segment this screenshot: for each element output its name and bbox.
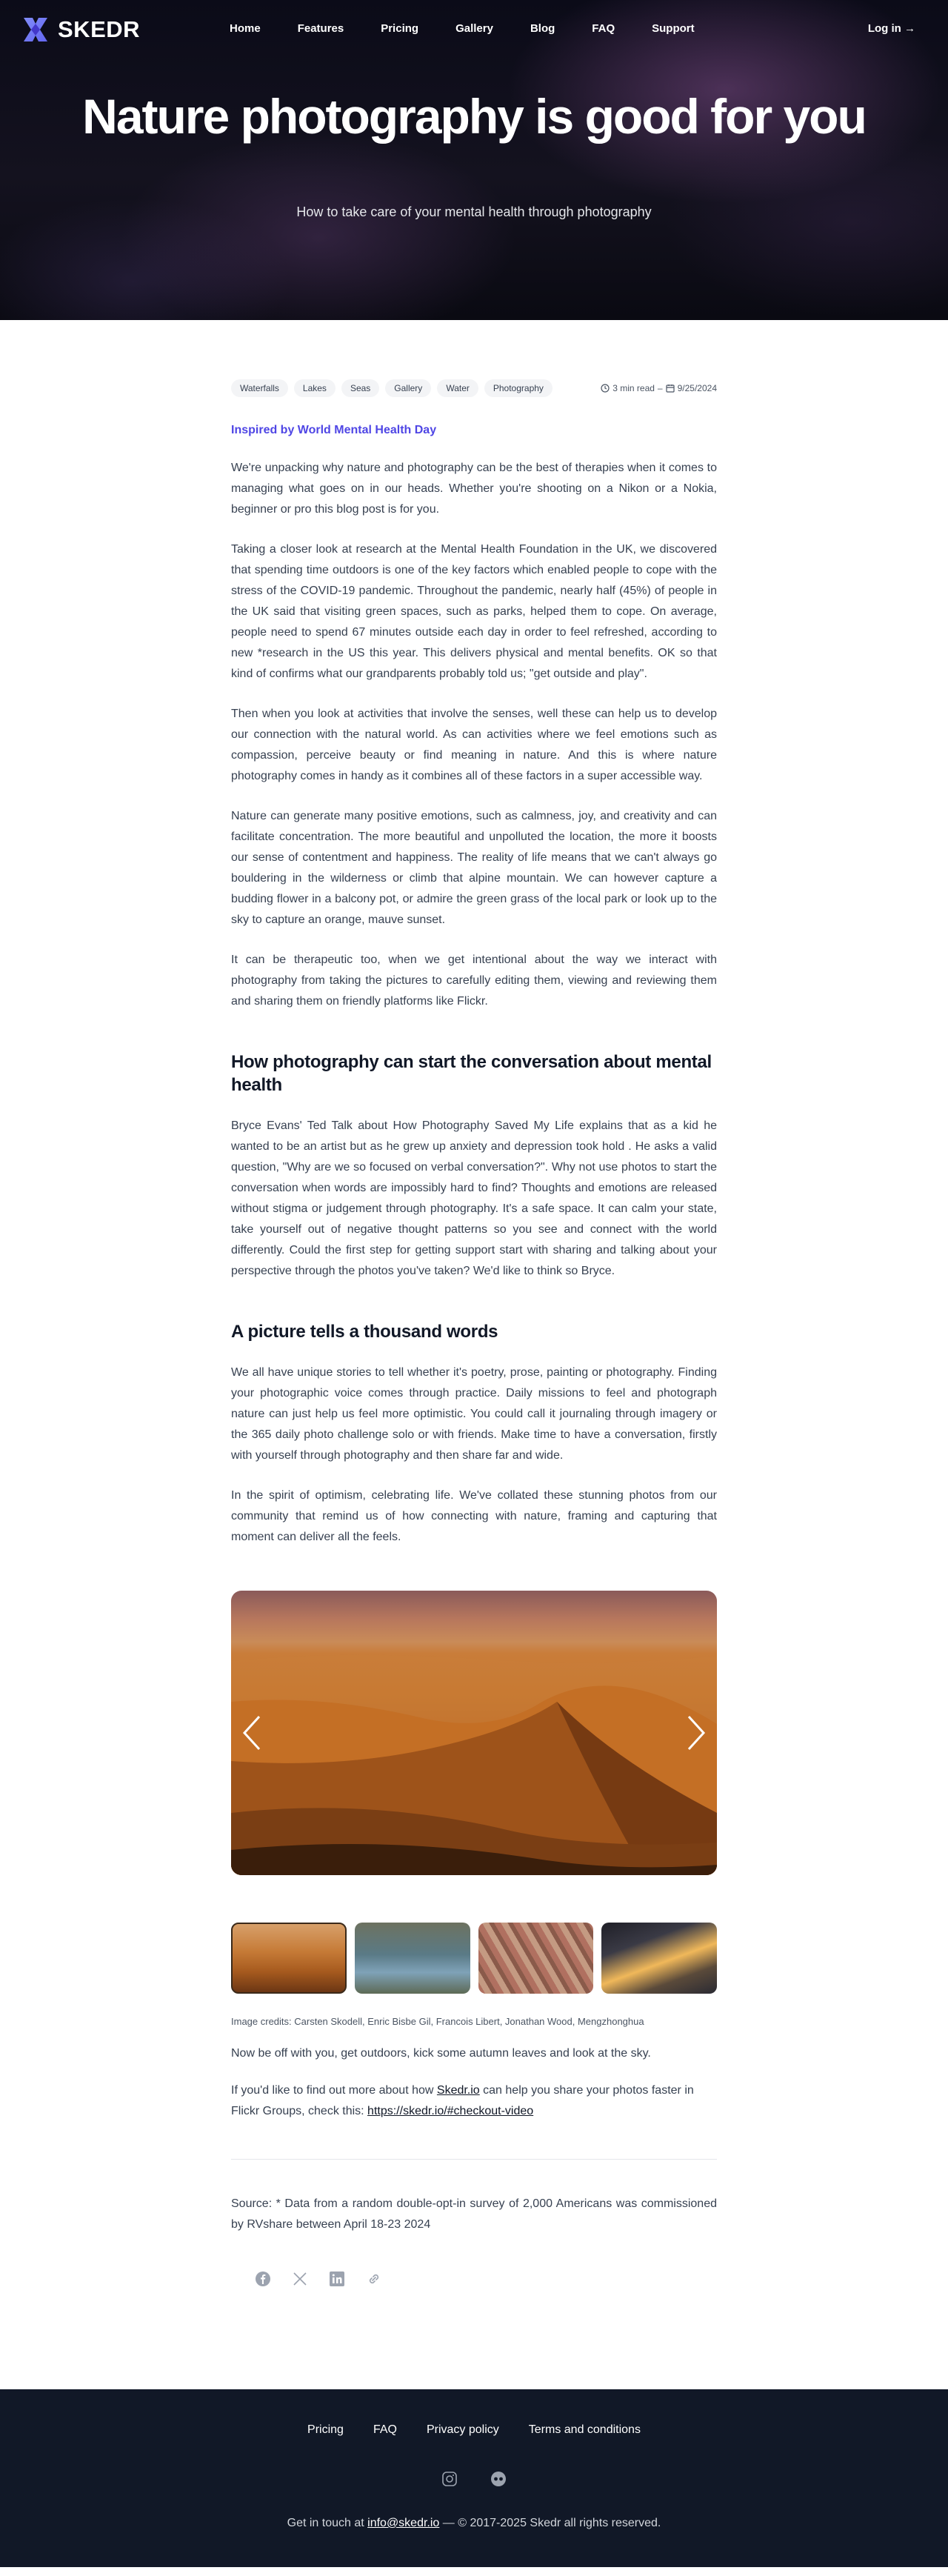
nav-blog[interactable]: Blog: [530, 22, 555, 35]
x-icon[interactable]: [292, 2271, 308, 2287]
paragraph: Taking a closer look at research at the …: [231, 543, 717, 680]
read-time: 3 min read: [612, 383, 655, 393]
flickr-icon[interactable]: [490, 2471, 507, 2487]
thumbnail-texture[interactable]: [478, 1923, 594, 1994]
tag-seas[interactable]: Seas: [341, 379, 380, 397]
nav-support[interactable]: Support: [652, 22, 695, 35]
closing-paragraph: Now be off with you, get outdoors, kick …: [231, 2047, 651, 2060]
image-carousel[interactable]: [231, 1591, 717, 1875]
cta-text: If you'd like to find out more about how: [231, 2084, 437, 2097]
top-nav: SKEDR Home Features Pricing Gallery Blog…: [0, 0, 948, 58]
article-meta: Waterfalls Lakes Seas Gallery Water Phot…: [231, 379, 717, 397]
nav-faq[interactable]: FAQ: [592, 22, 615, 35]
carousel-thumbnails: [231, 1923, 717, 1994]
paragraph: We're unpacking why nature and photograp…: [231, 462, 717, 516]
logo-text: SKEDR: [58, 16, 141, 42]
calendar-icon: [666, 385, 675, 393]
copyright-text: — © 2017-2025 Skedr all rights reserved.: [439, 2517, 661, 2529]
footer-contact: Get in touch at info@skedr.io — © 2017-2…: [0, 2517, 948, 2530]
skedr-logo-icon: [24, 18, 47, 41]
nav-links: Home Features Pricing Gallery Blog FAQ S…: [230, 22, 695, 35]
closing-cta-paragraph: If you'd like to find out more about how…: [231, 2080, 717, 2122]
section-heading: How photography can start the conversati…: [231, 1052, 712, 1095]
footer-pricing-link[interactable]: Pricing: [307, 2423, 344, 2437]
paragraph: We all have unique stories to tell wheth…: [231, 1366, 717, 1462]
thumbnail-water-bird[interactable]: [354, 1923, 470, 1994]
source-note: Source: * Data from a random double-opt-…: [231, 2197, 717, 2231]
carousel-next-button[interactable]: [681, 1714, 711, 1752]
contact-prefix: Get in touch at: [287, 2517, 368, 2529]
contact-email-link[interactable]: info@skedr.io: [367, 2517, 439, 2529]
tag-lakes[interactable]: Lakes: [293, 379, 336, 397]
thumbnail-desert[interactable]: [231, 1923, 347, 1994]
logo[interactable]: SKEDR: [21, 15, 140, 44]
publish-date: 9/25/2024: [677, 383, 717, 393]
link-icon[interactable]: [366, 2271, 382, 2287]
nav-gallery[interactable]: Gallery: [455, 22, 493, 35]
paragraph: Nature can generate many positive emotio…: [231, 810, 717, 926]
paragraph: Then when you look at activities that in…: [231, 708, 717, 782]
page-title: Nature photography is good for you: [82, 89, 867, 144]
hero-section: SKEDR Home Features Pricing Gallery Blog…: [0, 0, 948, 320]
nav-features[interactable]: Features: [298, 22, 344, 35]
image-credits: Image credits: Carsten Skodell, Enric Bi…: [231, 2016, 644, 2027]
share-bar: [231, 2271, 717, 2287]
page-subtitle: How to take care of your mental health t…: [296, 204, 652, 219]
tag-waterfalls[interactable]: Waterfalls: [231, 379, 288, 397]
checkout-video-link[interactable]: https://skedr.io/#checkout-video: [367, 2105, 533, 2117]
carousel-prev-button[interactable]: [237, 1714, 267, 1752]
tag-list: Waterfalls Lakes Seas Gallery Water Phot…: [231, 379, 553, 397]
linkedin-icon[interactable]: [329, 2271, 345, 2287]
desert-dunes-image: [231, 1654, 717, 1875]
footer-terms-link[interactable]: Terms and conditions: [529, 2423, 641, 2437]
tag-photography[interactable]: Photography: [484, 379, 553, 397]
login-link[interactable]: Log in →: [868, 22, 915, 35]
section-heading: A picture tells a thousand words: [231, 1322, 498, 1342]
clock-icon: [601, 384, 610, 393]
paragraph: In the spirit of optimism, celebrating l…: [231, 1489, 717, 1543]
article-eyebrow: Inspired by World Mental Health Day: [231, 424, 437, 436]
footer: Pricing FAQ Privacy policy Terms and con…: [0, 2389, 948, 2567]
facebook-icon[interactable]: [255, 2271, 271, 2287]
paragraph: Bryce Evans' Ted Talk about How Photogra…: [231, 1119, 717, 1277]
tag-gallery[interactable]: Gallery: [385, 379, 432, 397]
paragraph: It can be therapeutic too, when we get i…: [231, 953, 717, 1008]
meta-separator: –: [657, 383, 663, 393]
skedr-link[interactable]: Skedr.io: [437, 2084, 480, 2097]
footer-faq-link[interactable]: FAQ: [373, 2423, 397, 2437]
instagram-icon[interactable]: [441, 2471, 458, 2487]
article: Waterfalls Lakes Seas Gallery Water Phot…: [231, 320, 717, 2287]
thumbnail-canyon[interactable]: [601, 1923, 717, 1994]
nav-home[interactable]: Home: [230, 22, 261, 35]
read-info: 3 min read – 9/25/2024: [601, 383, 717, 393]
footer-social: [0, 2471, 948, 2487]
tag-water[interactable]: Water: [437, 379, 478, 397]
divider: [231, 2159, 717, 2160]
nav-pricing[interactable]: Pricing: [381, 22, 418, 35]
footer-privacy-link[interactable]: Privacy policy: [427, 2423, 499, 2437]
footer-links: Pricing FAQ Privacy policy Terms and con…: [0, 2423, 948, 2437]
